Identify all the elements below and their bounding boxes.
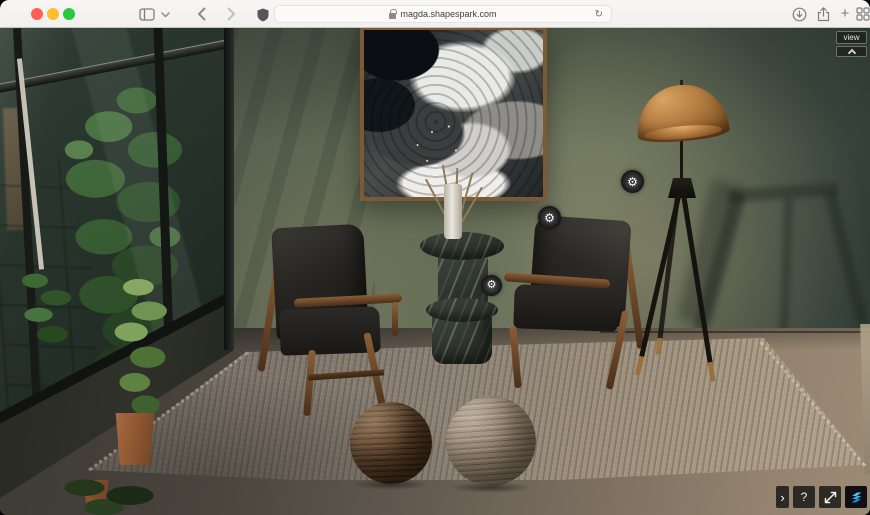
help-button[interactable]: ?: [793, 486, 815, 508]
chair-arm-post: [392, 302, 398, 336]
view-menu-button[interactable]: view: [836, 31, 867, 44]
downloads-icon[interactable]: [790, 6, 808, 22]
armchair-left: [264, 220, 414, 430]
calathea-plant: [14, 268, 84, 353]
material-settings-hotspot[interactable]: ⚙: [621, 170, 644, 193]
close-window-button[interactable]: [31, 8, 43, 20]
url-text: magda.shapespark.com: [400, 9, 496, 19]
white-vase: [444, 184, 462, 239]
fullscreen-button[interactable]: [819, 486, 841, 508]
tripod-floor-lamp: [600, 80, 770, 390]
zoom-window-button[interactable]: [63, 8, 75, 20]
shapespark-logo-button[interactable]: [845, 486, 867, 508]
viewer-bottom-controls: › ?: [776, 486, 867, 508]
3d-viewport[interactable]: ⚙ ⚙ ⚙ view › ?: [0, 28, 870, 515]
collapse-menu-button[interactable]: [836, 46, 867, 57]
chevron-down-icon[interactable]: [160, 10, 170, 20]
material-settings-hotspot[interactable]: ⚙: [538, 206, 561, 229]
browser-toolbar: magda.shapespark.com ↻ +: [0, 0, 870, 28]
lock-icon: [389, 13, 396, 19]
share-icon[interactable]: [814, 6, 832, 22]
palm-plant: [106, 276, 178, 416]
chair-leg: [509, 326, 521, 388]
material-settings-hotspot[interactable]: ⚙: [481, 275, 502, 296]
minimize-window-button[interactable]: [47, 8, 59, 20]
window-corner-frame: [224, 28, 234, 350]
reload-icon[interactable]: ↻: [595, 9, 603, 20]
material-sphere-dark-walnut[interactable]: [350, 402, 432, 484]
chair-leg: [303, 350, 316, 416]
expand-panel-button[interactable]: ›: [776, 486, 789, 508]
privacy-shield-icon[interactable]: [254, 7, 272, 23]
sidebar-toggle-icon[interactable]: [138, 6, 156, 22]
gear-icon: ⚙: [627, 176, 638, 188]
new-tab-icon[interactable]: +: [836, 6, 854, 22]
back-button[interactable]: [192, 6, 210, 22]
terracotta-pot: [114, 413, 156, 465]
forward-button[interactable]: [222, 6, 240, 22]
lamp-leg: [680, 188, 716, 382]
fullscreen-arrows-icon: [824, 491, 837, 504]
material-sphere-light-oak[interactable]: [446, 396, 536, 486]
tab-overview-icon[interactable]: [854, 6, 870, 22]
shapespark-logo-icon: [849, 490, 864, 505]
gear-icon: ⚙: [544, 212, 555, 224]
vase-with-branches: [396, 116, 516, 248]
gear-icon: ⚙: [487, 280, 497, 291]
browser-window: magda.shapespark.com ↻ +: [0, 0, 870, 515]
foreground-leaves: [52, 476, 182, 515]
address-bar[interactable]: magda.shapespark.com ↻: [274, 5, 612, 23]
table-disc: [426, 298, 498, 322]
chevron-up-icon: [847, 49, 855, 57]
